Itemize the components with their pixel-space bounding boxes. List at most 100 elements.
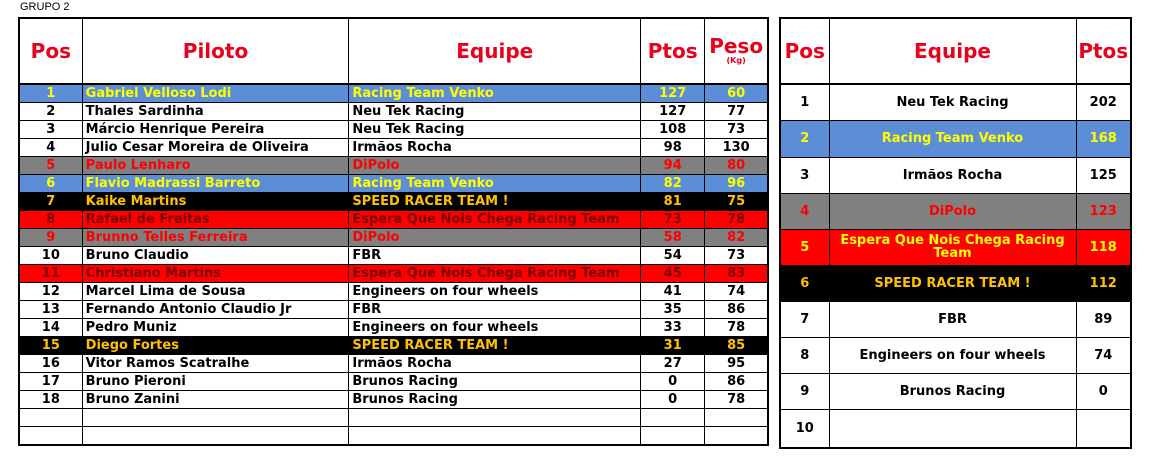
driver-team: Engineers on four wheels xyxy=(348,318,642,337)
driver-row: 5 Paulo Lenharo DiPolo 94 80 xyxy=(18,156,769,175)
drivers-standings-table: Pos Piloto Equipe Ptos Peso (Kg) 1 Gabrie… xyxy=(18,17,769,446)
driver-points: 81 xyxy=(640,192,706,211)
driver-name: Márcio Henrique Pereira xyxy=(81,120,350,139)
driver-weight: 60 xyxy=(704,83,769,103)
driver-points: 27 xyxy=(640,354,706,373)
driver-pos: 13 xyxy=(18,300,83,319)
driver-name: Pedro Muniz xyxy=(81,318,350,337)
driver-row: 2 Thales Sardinha Neu Tek Racing 127 77 xyxy=(18,102,769,121)
driver-name: Gabriel Velloso Lodi xyxy=(81,83,350,103)
driver-points: 73 xyxy=(640,210,706,229)
driver-name xyxy=(81,426,350,446)
team-points: 0 xyxy=(1075,372,1132,410)
team-row: 8 Engineers on four wheels 74 xyxy=(779,336,1132,374)
driver-team: Racing Team Venko xyxy=(348,174,642,193)
drivers-table-body: 1 Gabriel Velloso Lodi Racing Team Venko 12… xyxy=(18,83,769,446)
team-row: 3 Irmãos Rocha 125 xyxy=(779,156,1132,194)
team-row: 5 Espera Que Nois Chega Racing Team 118 xyxy=(779,228,1132,266)
driver-pos: 1 xyxy=(18,83,83,103)
team-pos: 3 xyxy=(779,156,830,194)
team-pos: 6 xyxy=(779,264,830,302)
driver-row: 9 Brunno Telles Ferreira DiPolo 58 82 xyxy=(18,228,769,247)
driver-pos: 4 xyxy=(18,138,83,157)
driver-weight: 82 xyxy=(704,228,769,247)
driver-pos: 6 xyxy=(18,174,83,193)
driver-row: 4 Julio Cesar Moreira de Oliveira Irmãos R… xyxy=(18,138,769,157)
header-peso: Peso (Kg) xyxy=(704,17,769,85)
driver-pos: 11 xyxy=(18,264,83,283)
team-row: 10 xyxy=(779,408,1132,449)
driver-pos: 2 xyxy=(18,102,83,121)
driver-weight: 96 xyxy=(704,174,769,193)
driver-pos: 14 xyxy=(18,318,83,337)
driver-team: Neu Tek Racing xyxy=(348,102,642,121)
driver-row: 15 Diego Fortes SPEED RACER TEAM ! 31 85 xyxy=(18,336,769,355)
teams-header-ptos: Ptos xyxy=(1075,17,1132,85)
driver-weight: 78 xyxy=(704,390,769,409)
team-points: 89 xyxy=(1075,300,1132,338)
driver-points: 35 xyxy=(640,300,706,319)
driver-row: 11 Christiano Martins Espera Que Nois Cheg… xyxy=(18,264,769,283)
driver-name: Bruno Zanini xyxy=(81,390,350,409)
driver-points: 98 xyxy=(640,138,706,157)
group-label: GRUPO 2 xyxy=(20,1,70,13)
team-pos: 5 xyxy=(779,228,830,266)
driver-team: SPEED RACER TEAM ! xyxy=(348,336,642,355)
driver-points: 94 xyxy=(640,156,706,175)
driver-pos: 3 xyxy=(18,120,83,139)
header-equipe: Equipe xyxy=(348,17,642,85)
drivers-header-row: Pos Piloto Equipe Ptos Peso (Kg) xyxy=(18,17,769,85)
driver-weight xyxy=(704,408,769,427)
team-name: Brunos Racing xyxy=(828,372,1077,410)
driver-team: FBR xyxy=(348,300,642,319)
driver-row xyxy=(18,426,769,446)
driver-pos: 16 xyxy=(18,354,83,373)
driver-name: Kaike Martins xyxy=(81,192,350,211)
driver-row: 8 Rafael de Freitas Espera Que Nois Chega … xyxy=(18,210,769,229)
driver-weight: 75 xyxy=(704,192,769,211)
driver-weight: 85 xyxy=(704,336,769,355)
driver-pos: 5 xyxy=(18,156,83,175)
driver-points: 33 xyxy=(640,318,706,337)
driver-points: 58 xyxy=(640,228,706,247)
driver-weight: 83 xyxy=(704,264,769,283)
team-points: 74 xyxy=(1075,336,1132,374)
driver-row: 1 Gabriel Velloso Lodi Racing Team Venko 12… xyxy=(18,83,769,103)
driver-row: 10 Bruno Claudio FBR 54 73 xyxy=(18,246,769,265)
driver-weight: 78 xyxy=(704,318,769,337)
driver-row: 12 Marcel Lima de Sousa Engineers on four … xyxy=(18,282,769,301)
driver-row: 17 Bruno Pieroni Brunos Racing 0 86 xyxy=(18,372,769,391)
driver-name: Flavio Madrassi Barreto xyxy=(81,174,350,193)
driver-row: 18 Bruno Zanini Brunos Racing 0 78 xyxy=(18,390,769,409)
team-row: 9 Brunos Racing 0 xyxy=(779,372,1132,410)
driver-points xyxy=(640,408,706,427)
team-name: Racing Team Venko xyxy=(828,119,1077,158)
driver-points: 127 xyxy=(640,102,706,121)
driver-team: Irmãos Rocha xyxy=(348,138,642,157)
team-pos: 4 xyxy=(779,192,830,230)
driver-points: 127 xyxy=(640,83,706,103)
teams-table-body: 1 Neu Tek Racing 202 2 Racing Team Venko 168 3… xyxy=(779,83,1132,449)
driver-row: 16 Vitor Ramos Scatralhe Irmãos Rocha 27 95 xyxy=(18,354,769,373)
driver-name xyxy=(81,408,350,427)
driver-weight: 73 xyxy=(704,120,769,139)
driver-points: 41 xyxy=(640,282,706,301)
team-name: DiPolo xyxy=(828,192,1077,230)
driver-name: Vitor Ramos Scatralhe xyxy=(81,354,350,373)
team-name xyxy=(828,408,1077,449)
driver-weight: 86 xyxy=(704,300,769,319)
driver-team xyxy=(348,408,642,427)
driver-weight: 78 xyxy=(704,210,769,229)
team-pos: 2 xyxy=(779,119,830,158)
driver-pos: 10 xyxy=(18,246,83,265)
driver-pos: 18 xyxy=(18,390,83,409)
driver-row: 6 Flavio Madrassi Barreto Racing Team Venk… xyxy=(18,174,769,193)
driver-weight: 95 xyxy=(704,354,769,373)
driver-points xyxy=(640,426,706,446)
driver-points: 82 xyxy=(640,174,706,193)
driver-pos xyxy=(18,426,83,446)
driver-weight: 86 xyxy=(704,372,769,391)
driver-team: DiPolo xyxy=(348,156,642,175)
driver-team: SPEED RACER TEAM ! xyxy=(348,192,642,211)
driver-weight xyxy=(704,426,769,446)
